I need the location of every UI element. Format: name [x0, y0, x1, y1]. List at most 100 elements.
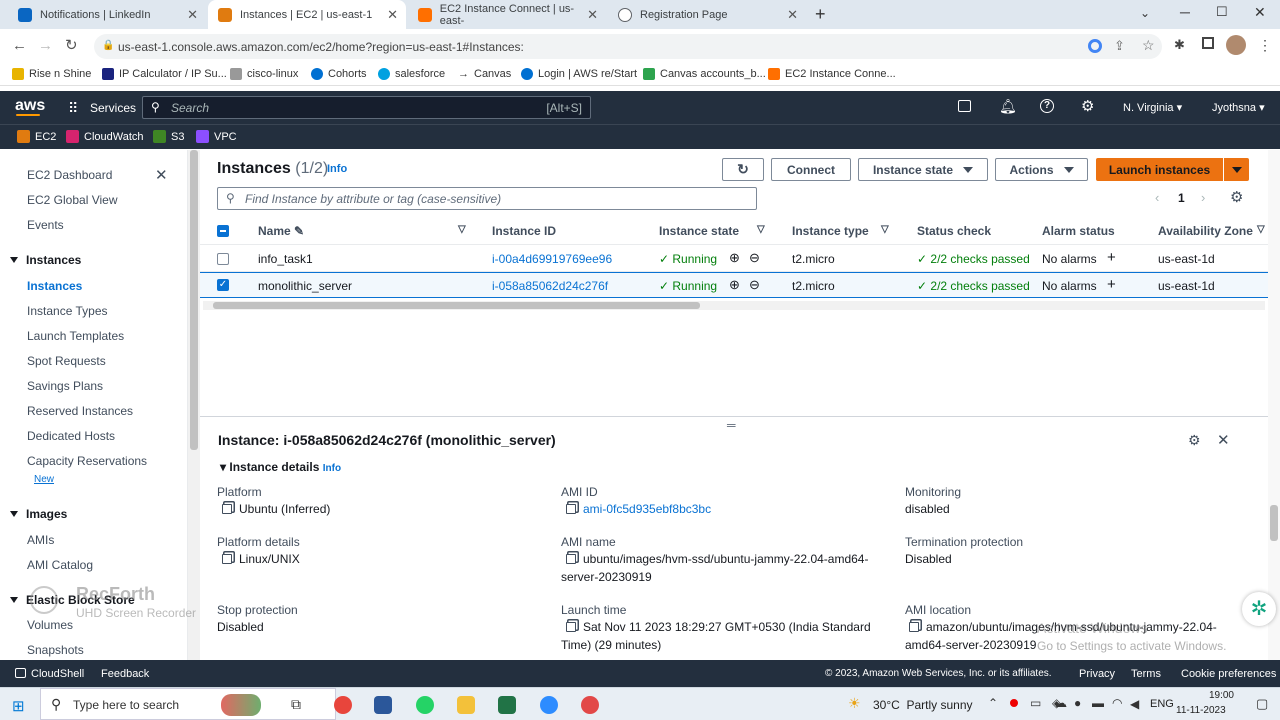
notification-icon[interactable]: ▢ [1256, 696, 1268, 712]
grid-icon[interactable]: ⠿ [68, 100, 78, 117]
wifi-icon[interactable]: ◠ [1112, 696, 1122, 710]
excel-icon[interactable] [498, 696, 516, 714]
bookmark-star-icon[interactable]: ☆ [1142, 37, 1155, 54]
instance-state-button[interactable]: Instance state [858, 158, 988, 181]
col-alarm-status[interactable]: Alarm status [1042, 224, 1115, 238]
menu-icon[interactable]: ⋮ [1258, 37, 1272, 54]
add-alarm-icon[interactable]: + [1107, 276, 1116, 293]
col-name[interactable]: Name ✎ [258, 224, 304, 238]
new-tab-icon[interactable]: + [815, 4, 826, 25]
instance-id-link[interactable]: i-058a85062d24c276f [492, 279, 608, 293]
sidebar-item-ec2-dashboard[interactable]: EC2 Dashboard [27, 168, 112, 182]
sort-icon[interactable]: ▽ [757, 224, 765, 235]
col-instance-type[interactable]: Instance type [792, 224, 869, 238]
gear-icon[interactable]: ⚙ [1230, 188, 1243, 206]
bookmark-item[interactable]: → Canvas [458, 68, 511, 80]
cloudshell-link[interactable]: CloudShell [31, 668, 84, 680]
account-menu[interactable]: Jyothsna ▾ [1212, 101, 1265, 114]
back-icon[interactable]: ← [12, 37, 27, 54]
next-page-icon[interactable]: › [1201, 190, 1205, 205]
gear-icon[interactable]: ⚙ [1188, 432, 1201, 449]
bookmark-item[interactable]: salesforce [378, 68, 445, 80]
sidebar-item-events[interactable]: Events [27, 218, 64, 232]
recorder-icon[interactable] [581, 696, 599, 714]
gear-icon[interactable]: ⚙ [1081, 97, 1094, 115]
sidepanel-icon[interactable] [1202, 37, 1214, 49]
forward-icon[interactable]: → [38, 37, 53, 54]
favorite-cloudwatch[interactable]: CloudWatch [66, 130, 144, 143]
sidebar-item-amis[interactable]: AMIs [27, 533, 54, 547]
row-checkbox[interactable]: ✓ [217, 279, 229, 291]
close-tab-icon[interactable]: ✕ [587, 7, 598, 23]
bookmark-item[interactable]: Cohorts [311, 68, 367, 80]
zoom-in-icon[interactable]: ⊕ [729, 250, 740, 266]
filter-input[interactable]: ⚲ Find Instance by attribute or tag (cas… [217, 187, 757, 210]
sort-icon[interactable]: ▽ [881, 224, 889, 235]
row-checkbox[interactable] [217, 253, 229, 265]
table-scrollbar[interactable] [203, 301, 1265, 310]
close-icon[interactable]: ✕ [155, 166, 168, 184]
page-number[interactable]: 1 [1178, 191, 1185, 205]
cookie-preferences-link[interactable]: Cookie preferences [1181, 668, 1276, 680]
zoom-out-icon[interactable]: ⊖ [749, 277, 760, 293]
microphone-icon[interactable]: ● [1074, 696, 1081, 710]
zoom-icon[interactable] [540, 696, 558, 714]
chrome-icon[interactable] [334, 696, 352, 714]
sidebar-item-dedicated-hosts[interactable]: Dedicated Hosts [27, 429, 115, 443]
share-icon[interactable]: ⇪ [1114, 38, 1125, 54]
favorite-s3[interactable]: S3 [153, 130, 184, 143]
drag-handle-icon[interactable]: ═ [727, 418, 736, 432]
close-icon[interactable]: ✕ [1217, 431, 1230, 449]
feedback-link[interactable]: Feedback [101, 668, 149, 680]
info-link[interactable]: Info [327, 163, 347, 175]
refresh-button[interactable]: ↻ [722, 158, 764, 181]
launch-instances-button[interactable]: Launch instances [1096, 158, 1223, 181]
minimize-icon[interactable]: ─ [1180, 4, 1190, 20]
main-scrollbar[interactable] [1268, 150, 1280, 660]
url-field[interactable]: 🔒 us-east-1.console.aws.amazon.com/ec2/h… [94, 34, 1162, 59]
sidebar-item-ami-catalog[interactable]: AMI Catalog [27, 558, 93, 572]
sidebar-section-images[interactable]: Images [10, 507, 67, 521]
reload-icon[interactable]: ↻ [65, 36, 78, 54]
actions-button[interactable]: Actions [995, 158, 1088, 181]
search-input[interactable]: ⚲ Search [Alt+S] [142, 96, 591, 119]
clock-date[interactable]: 11-11-2023 [1176, 705, 1226, 716]
bookmark-item[interactable]: Rise n Shine [12, 68, 91, 80]
select-all-checkbox[interactable] [217, 225, 229, 237]
windows-start-icon[interactable]: ⊞ [12, 697, 25, 715]
launch-dropdown-button[interactable] [1224, 158, 1249, 181]
favorite-vpc[interactable]: VPC [196, 130, 237, 143]
avatar[interactable] [1226, 35, 1246, 55]
privacy-link[interactable]: Privacy [1079, 668, 1115, 680]
details-section-toggle[interactable]: ▾ Instance details Info [220, 460, 341, 474]
sidebar-item-instance-types[interactable]: Instance Types [27, 304, 108, 318]
clock-time[interactable]: 19:00 [1194, 690, 1234, 701]
tray-icon[interactable]: ▭ [1030, 696, 1041, 710]
language-indicator[interactable]: ENG [1150, 698, 1174, 710]
col-instance-state[interactable]: Instance state [659, 224, 739, 238]
close-tab-icon[interactable]: ✕ [787, 7, 798, 23]
connect-button[interactable]: Connect [771, 158, 851, 181]
region-selector[interactable]: N. Virginia ▾ [1123, 101, 1182, 114]
zoom-out-icon[interactable]: ⊖ [749, 250, 760, 266]
bookmark-item[interactable]: IP Calculator / IP Su... [102, 68, 227, 80]
chevron-down-icon[interactable]: ⌄ [1140, 6, 1150, 20]
sidebar-item-savings-plans[interactable]: Savings Plans [27, 379, 103, 393]
bookmark-item[interactable]: cisco-linux [230, 68, 298, 80]
sidebar-item-snapshots[interactable]: Snapshots [27, 643, 84, 657]
sidebar-item-instances[interactable]: Instances [27, 279, 82, 293]
close-tab-icon[interactable]: ✕ [387, 7, 398, 23]
sidebar-scrollbar[interactable] [188, 150, 200, 660]
task-view-icon[interactable]: ⧉ [291, 696, 301, 713]
zoom-in-icon[interactable]: ⊕ [729, 277, 740, 293]
aws-logo[interactable]: aws [15, 97, 45, 115]
sidebar-section-instances[interactable]: Instances [10, 253, 81, 267]
tab-linkedin[interactable]: Notifications | LinkedIn ✕ [8, 0, 206, 29]
google-icon[interactable] [1088, 39, 1102, 53]
sort-icon[interactable]: ▽ [458, 224, 466, 235]
sidebar-item-spot-requests[interactable]: Spot Requests [27, 354, 106, 368]
sort-icon[interactable]: ▽ [1257, 224, 1265, 235]
ami-id-value[interactable]: ami-0fc5d935ebf8bc3bc [566, 500, 711, 518]
col-status-check[interactable]: Status check [917, 224, 991, 238]
recording-indicator-icon[interactable] [1010, 699, 1018, 707]
